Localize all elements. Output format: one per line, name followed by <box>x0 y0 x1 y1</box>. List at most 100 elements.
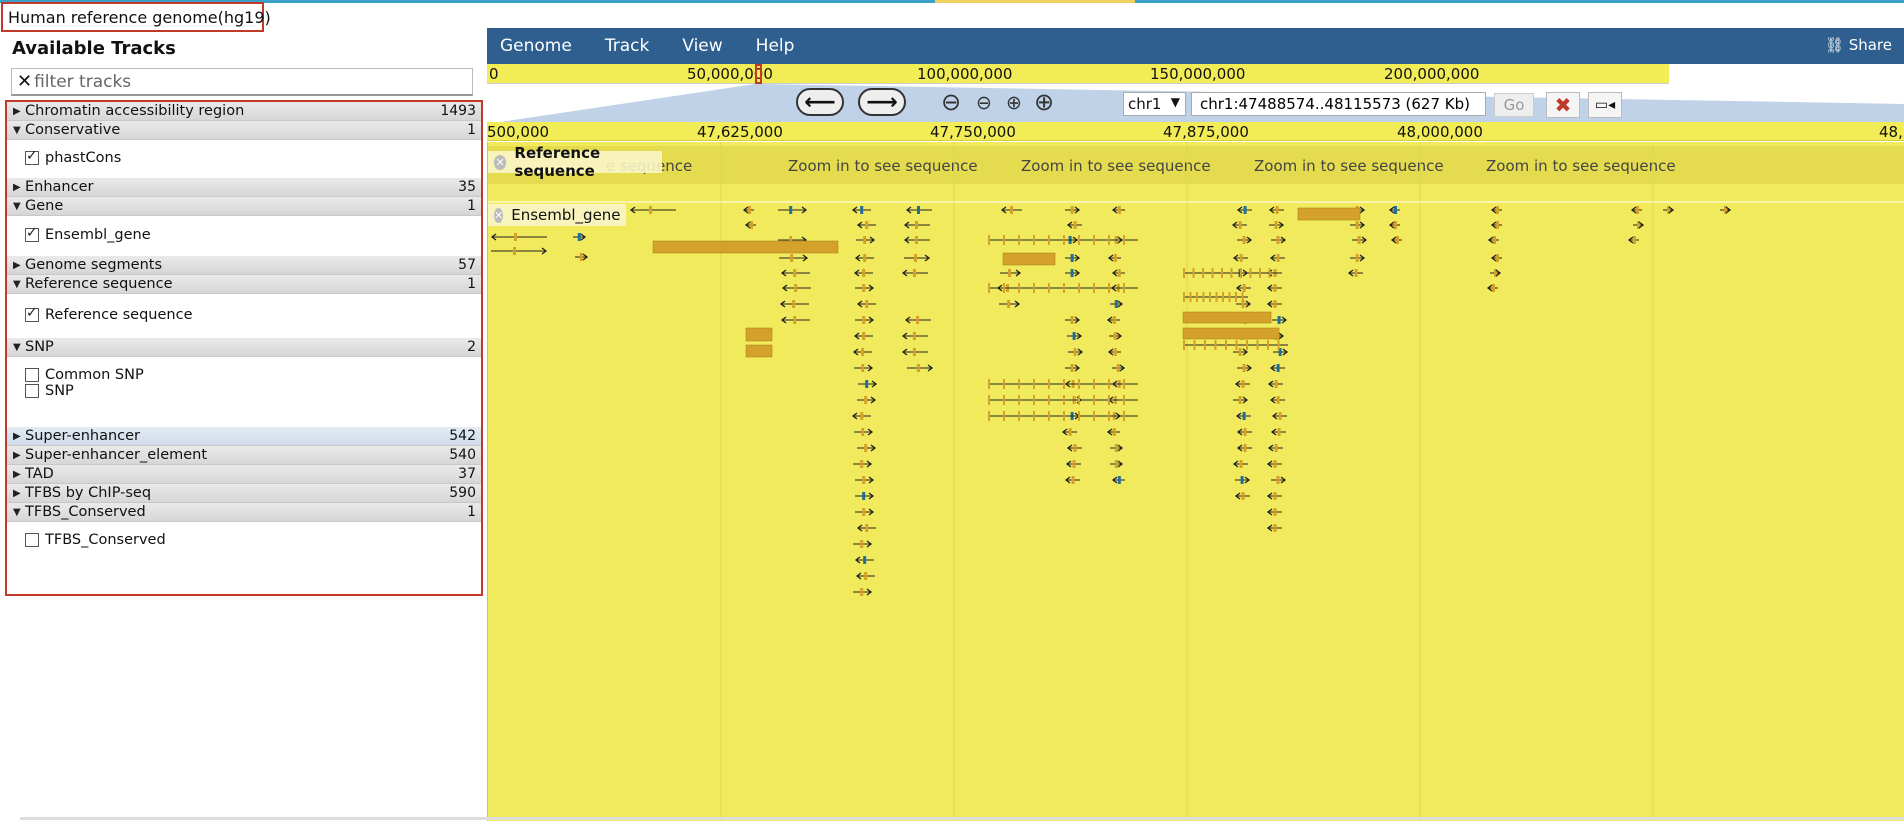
expanded-triangle-icon[interactable]: ▼ <box>13 125 25 136</box>
gene-exon <box>1242 236 1246 244</box>
gene-exon <box>1008 269 1011 277</box>
gene-exon <box>1108 283 1110 293</box>
close-track-icon[interactable]: ✕ <box>494 154 507 170</box>
chromosome-select[interactable]: chr1 ▼ <box>1123 92 1186 116</box>
category-track-list: phastCons <box>7 140 481 178</box>
category-label: Enhancer <box>25 179 94 195</box>
collapsed-triangle-icon[interactable]: ▶ <box>13 469 25 480</box>
collapsed-triangle-icon[interactable]: ▶ <box>13 431 25 442</box>
track-checkbox[interactable] <box>25 533 39 547</box>
gene-exon <box>1243 444 1247 452</box>
menu-help[interactable]: Help <box>756 36 795 56</box>
category-count: 1 <box>467 198 476 214</box>
track-label: phastCons <box>45 150 122 166</box>
track-category-tfbs-by-chip-seq[interactable]: ▶ TFBS by ChIP-seq 590 <box>7 484 481 503</box>
gene-exon <box>1093 235 1095 245</box>
category-label: TFBS by ChIP-seq <box>25 485 152 501</box>
menu-view[interactable]: View <box>682 36 722 56</box>
collapsed-triangle-icon[interactable]: ▶ <box>13 182 25 193</box>
toggle-sidebar-button[interactable]: ▭◂ <box>1588 92 1622 118</box>
category-count: 590 <box>449 485 476 501</box>
chromosome-overview[interactable]: 0 50,000,000 100,000,000 150,000,000 200… <box>487 64 1904 84</box>
collapsed-triangle-icon[interactable]: ▶ <box>13 106 25 117</box>
track-checkbox[interactable] <box>25 368 39 382</box>
gene-exon <box>1048 411 1050 421</box>
track-item[interactable]: phastCons <box>7 148 481 166</box>
gene-exon <box>1112 428 1116 436</box>
gene-exon <box>1078 395 1080 405</box>
red-x-icon: ✖ <box>1554 93 1572 117</box>
gene-exon <box>1063 411 1065 421</box>
share-button[interactable]: ⛓ Share <box>1825 36 1892 54</box>
gene-exon <box>1267 340 1269 350</box>
gene-exon <box>1033 379 1035 389</box>
gene-exon <box>1033 395 1035 405</box>
track-checkbox[interactable] <box>25 225 39 242</box>
menu-track[interactable]: Track <box>605 36 649 56</box>
collapsed-triangle-icon[interactable]: ▶ <box>13 260 25 271</box>
close-track-icon[interactable]: ✕ <box>494 207 504 223</box>
track-category-genome-segments[interactable]: ▶ Genome segments 57 <box>7 256 481 275</box>
expanded-triangle-icon[interactable]: ▼ <box>13 342 25 353</box>
pan-left-button[interactable]: ⟵ <box>796 88 844 116</box>
clear-filter-icon[interactable]: ✕ <box>17 71 32 92</box>
gene-exon <box>1394 206 1397 214</box>
gene-exon <box>577 233 581 241</box>
go-button[interactable]: Go <box>1494 93 1534 117</box>
collapsed-triangle-icon[interactable]: ▶ <box>13 450 25 461</box>
track-item[interactable]: Ensembl_gene <box>7 225 481 243</box>
track-item[interactable]: TFBS_Conserved <box>7 532 481 548</box>
track-category-gene[interactable]: ▼ Gene 1 <box>7 197 481 216</box>
gene-exon <box>1238 221 1242 229</box>
collapsed-triangle-icon[interactable]: ▶ <box>13 488 25 499</box>
overview-location-marker[interactable] <box>755 64 762 84</box>
ensembl-gene-track-label[interactable]: ✕ Ensembl_gene <box>488 204 626 226</box>
track-category-chromatin-accessibility-region[interactable]: ▶ Chromatin accessibility region 1493 <box>7 102 481 121</box>
gene-exon <box>861 348 865 356</box>
gene-exon <box>792 300 796 308</box>
track-category-conservative[interactable]: ▼ Conservative 1 <box>7 121 481 140</box>
track-category-tad[interactable]: ▶ TAD 37 <box>7 465 481 484</box>
filter-tracks-input[interactable] <box>34 71 455 92</box>
gene-exon <box>1239 460 1243 468</box>
gene-exon <box>1070 269 1074 277</box>
track-checkbox[interactable] <box>25 384 39 398</box>
horizontal-scrollbar[interactable] <box>20 817 1904 820</box>
track-category-snp[interactable]: ▼ SNP 2 <box>7 338 481 357</box>
panel-collapse-icon: ▭◂ <box>1594 97 1616 113</box>
track-checkbox[interactable] <box>25 305 39 322</box>
gene-exon <box>1256 340 1259 350</box>
track-display-area[interactable]: e sequence Zoom in to see sequence Zoom … <box>487 142 1904 821</box>
track-item[interactable]: SNP <box>7 383 481 399</box>
zoom-in-large-icon[interactable]: ⊕ <box>1034 88 1054 116</box>
gene-exon <box>1241 292 1244 302</box>
track-category-enhancer[interactable]: ▶ Enhancer 35 <box>7 178 481 197</box>
zoom-out-small-icon[interactable]: ⊖ <box>976 92 992 114</box>
zoom-out-large-icon[interactable]: ⊖ <box>941 88 961 116</box>
gene-exon <box>916 316 919 324</box>
zoom-in-small-icon[interactable]: ⊕ <box>1006 92 1022 114</box>
track-category-super-enhancer[interactable]: ▶ Super-enhancer 542 <box>7 427 481 446</box>
track-category-reference-sequence[interactable]: ▼ Reference sequence 1 <box>7 275 481 294</box>
expanded-triangle-icon[interactable]: ▼ <box>13 507 25 518</box>
gene-exon <box>1071 476 1075 484</box>
gene-exon <box>1048 235 1050 245</box>
location-input[interactable] <box>1191 92 1486 116</box>
menu-genome[interactable]: Genome <box>500 36 572 56</box>
track-checkbox[interactable] <box>25 148 39 165</box>
clear-highlight-button[interactable]: ✖ <box>1546 92 1580 118</box>
reference-sequence-track-label[interactable]: ✕ Reference sequence <box>488 144 662 180</box>
track-item[interactable]: Reference sequence <box>7 305 481 323</box>
expanded-triangle-icon[interactable]: ▼ <box>13 279 25 290</box>
track-category-tfbs-conserved[interactable]: ▼ TFBS_Conserved 1 <box>7 503 481 522</box>
gene-exon <box>790 254 794 262</box>
gene-exon <box>1003 411 1005 421</box>
gene-exon <box>863 556 867 564</box>
pan-right-button[interactable]: ⟶ <box>858 88 906 116</box>
expanded-triangle-icon[interactable]: ▼ <box>13 201 25 212</box>
gene-exon <box>917 206 920 214</box>
track-item[interactable]: Common SNP <box>7 367 481 383</box>
gene-exon <box>1192 268 1195 278</box>
track-category-super-enhancer-element[interactable]: ▶ Super-enhancer_element 540 <box>7 446 481 465</box>
gene-features-canvas[interactable] <box>488 142 1904 821</box>
